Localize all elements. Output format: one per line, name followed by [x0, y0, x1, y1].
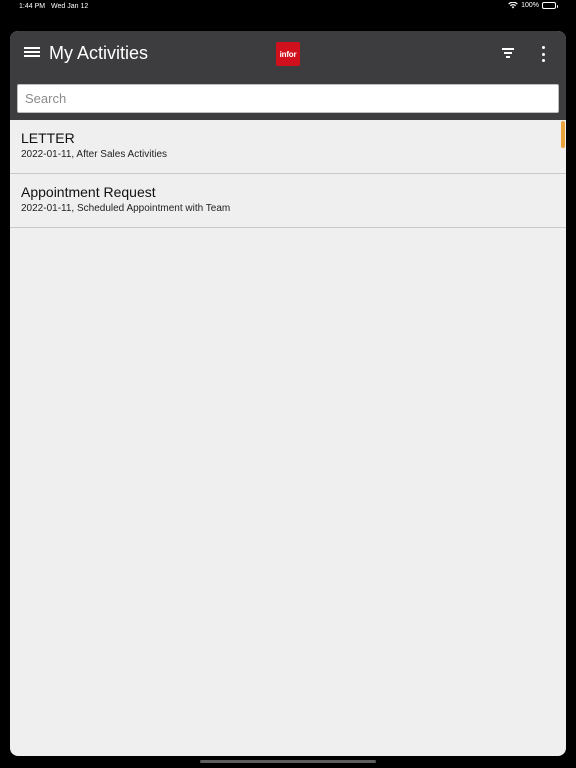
activity-subtitle: 2022-01-11, After Sales Activities [21, 149, 168, 160]
battery-icon [542, 2, 558, 9]
list-item[interactable]: LETTER 2022-01-11, After Sales Activitie… [10, 120, 566, 174]
more-options-icon[interactable] [538, 46, 548, 62]
list-item[interactable]: Appointment Request 2022-01-11, Schedule… [10, 174, 566, 228]
filter-icon[interactable] [502, 48, 514, 58]
app-window: My Activities infor LETTER 2022-01-11, A… [10, 31, 566, 756]
infor-logo: infor [276, 42, 300, 66]
status-time: 1:44 PM [19, 3, 46, 10]
status-bar: 1:44 PM Wed Jan 12 100% [0, 0, 576, 14]
status-right: 100% [508, 2, 558, 9]
page-title: My Activities [49, 43, 149, 63]
wifi-icon [508, 2, 518, 9]
menu-icon[interactable] [24, 45, 40, 59]
status-date: Wed Jan 12 [51, 3, 89, 10]
activity-title: Appointment Request [21, 184, 156, 200]
search-input[interactable] [17, 84, 559, 113]
activity-subtitle: 2022-01-11, Scheduled Appointment with T… [21, 203, 231, 214]
app-bar: My Activities infor [10, 31, 566, 84]
home-indicator[interactable] [200, 760, 376, 763]
activity-title: LETTER [21, 130, 75, 146]
search-bar [10, 84, 566, 120]
battery-percent: 100% [521, 2, 539, 9]
activity-list: LETTER 2022-01-11, After Sales Activitie… [10, 120, 566, 228]
